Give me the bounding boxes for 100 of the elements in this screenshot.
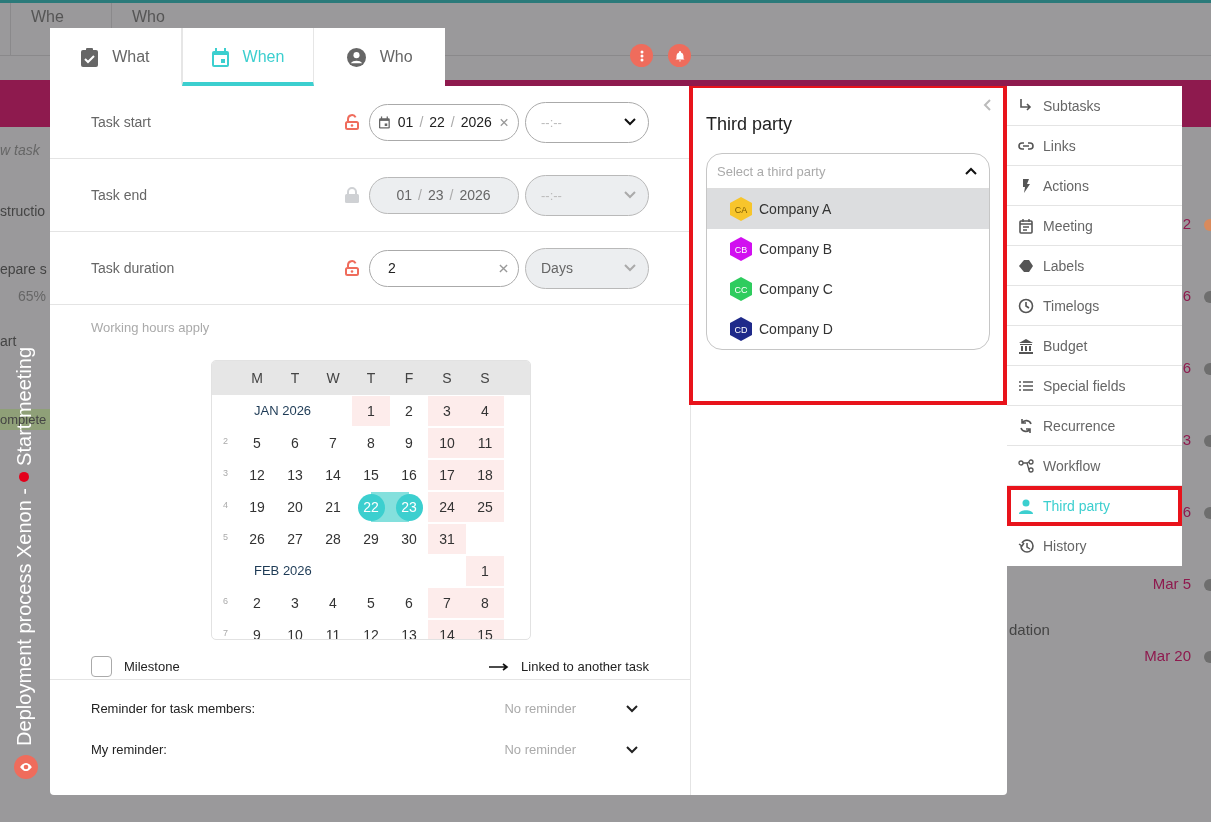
company-avatar: CD [730,317,752,341]
unlocked-lock-icon[interactable] [345,114,359,130]
workflow-icon [1018,457,1034,474]
arrow-right-icon [489,662,510,671]
company-avatar: CA [730,197,752,221]
calendar-icon [211,47,229,67]
calendar-day[interactable]: 26 [243,525,271,553]
field-label: Task start [91,114,152,130]
calendar-day[interactable]: 2 [243,589,271,617]
calendar-day[interactable]: 13 [281,461,309,489]
calendar-day[interactable]: 16 [395,461,423,489]
chevron-down-icon [626,704,638,713]
background-row-text: 2 [1182,215,1191,232]
background-row-text: epare s [0,261,47,277]
calendar-day[interactable]: 9 [395,429,423,457]
background-row-text: 3 [1182,431,1191,448]
calendar-day[interactable]: 27 [281,525,309,553]
weekday-label: M [250,370,264,386]
weekday-label: T [289,370,301,386]
chevron-left-icon[interactable] [983,99,991,111]
close-icon[interactable] [499,117,508,127]
tag-icon [1018,257,1034,274]
milestone-checkbox[interactable] [91,656,112,677]
reminder-label: Reminder for task members: [91,701,255,716]
panel-title: Third party [706,114,794,135]
weekday-label: W [325,370,341,386]
calendar-day[interactable]: 29 [357,525,385,553]
week-number: 4 [222,499,229,512]
clipboard-icon [81,47,99,67]
background-row-text: Mar 5 [1152,575,1191,592]
calendar-day[interactable]: 3 [281,589,309,617]
background-row-text: dation [1009,621,1050,638]
dropdown-option[interactable]: CB Company B [707,229,989,269]
week-number: 5 [222,531,229,544]
calendar-day[interactable]: 12 [243,461,271,489]
background-row-text: 6 [1182,287,1191,304]
calendar-day[interactable]: 5 [243,429,271,457]
clock-icon [1018,297,1034,314]
calendar-day[interactable]: 5 [357,589,385,617]
linked-task-label: Linked to another task [521,659,649,674]
calendar-day[interactable]: 20 [281,493,309,521]
weekday-label: S [441,370,453,386]
month-label: JAN 2026 [254,403,312,418]
dropdown-option[interactable]: CC Company C [707,269,989,309]
bank-icon [1018,337,1034,354]
calendar-day[interactable]: 15 [357,461,385,489]
refresh-icon [1018,417,1034,434]
calendar-icon [379,115,390,129]
working-hours-note: Working hours apply [90,319,211,337]
calendar-day[interactable]: 6 [395,589,423,617]
chevron-down-icon [624,118,636,126]
notifications-button[interactable] [668,44,691,67]
calendar-day[interactable]: 21 [319,493,347,521]
chevron-up-icon [965,167,977,175]
task-title: Deployment process Xenon - [13,488,36,746]
field-label: Task duration [91,260,176,276]
calendar-day[interactable]: 4 [319,589,347,617]
company-avatar: CC [730,277,752,301]
calendar-day[interactable]: 8 [357,429,385,457]
more-button[interactable] [630,44,653,67]
view-button[interactable] [14,755,38,779]
dropdown-option[interactable]: CD Company D [707,309,989,349]
background-row-text: Mar 20 [1144,647,1191,664]
field-label: Task end [91,187,149,203]
calendar-day[interactable]: 2 [395,397,423,425]
calendar-day[interactable]: 19 [243,493,271,521]
background-row-text: structio [0,203,46,219]
calendar-icon [1018,217,1034,234]
company-avatar: CB [730,237,752,261]
calendar-day[interactable]: 6 [281,429,309,457]
calendar-day[interactable]: 28 [319,525,347,553]
chevron-down-icon [624,264,636,272]
history-icon [1018,538,1034,554]
background-row-text: art [0,333,17,349]
month-label: FEB 2026 [254,563,312,578]
reminder-label: My reminder: [91,742,167,757]
weekday-label: T [365,370,377,386]
side-menu-item[interactable]: Subtasks [1007,86,1182,126]
dropdown-option[interactable]: CA Company A [707,189,989,229]
weekday-label: F [403,370,415,386]
chevron-down-icon [626,745,638,754]
status-dot-icon [19,472,30,483]
third-party-dropdown[interactable]: Select a third party CA Company A CB Company B CC Company C CD Company D [706,153,990,350]
background-row-text: 6 [1182,359,1191,376]
week-number: 3 [222,467,229,480]
week-number: 7 [222,627,229,639]
eye-icon [19,760,33,774]
background-row-text: 6 [1182,503,1191,520]
person-icon [346,47,366,67]
more-icon [639,49,644,62]
close-icon[interactable] [499,263,508,273]
person-icon [1018,497,1034,514]
checkbox-label: Milestone [124,659,180,674]
calendar-day[interactable]: 14 [319,461,347,489]
calendar-day[interactable]: 30 [395,525,423,553]
calendar-day[interactable]: 7 [319,429,347,457]
unlocked-lock-icon[interactable] [345,260,359,276]
dropdown-placeholder: Select a third party [717,163,826,179]
week-number: 6 [222,595,229,608]
bell-icon [673,49,686,62]
